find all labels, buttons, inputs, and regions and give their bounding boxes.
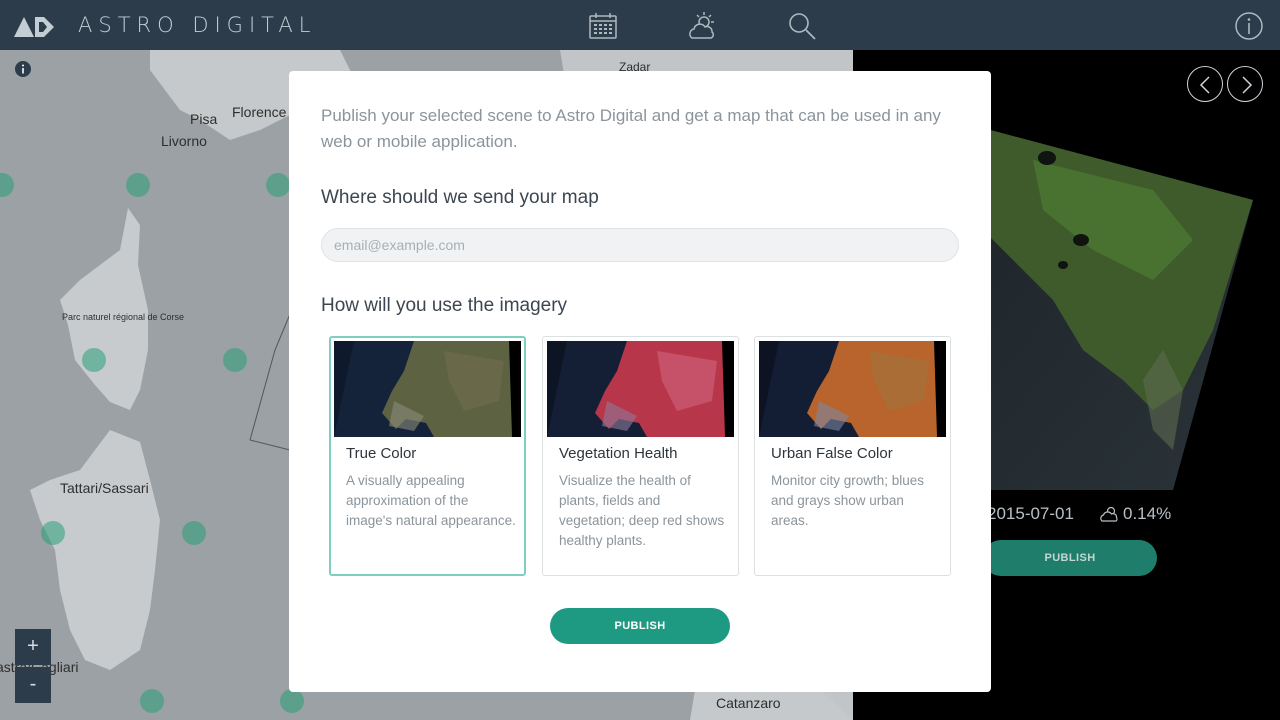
modal-intro-text: Publish your selected scene to Astro Dig… — [321, 106, 941, 151]
option-title: Urban False Color — [771, 445, 893, 462]
option-vegetation-health[interactable]: Vegetation Health Visualize the health o… — [542, 336, 739, 576]
weather-icon[interactable] — [686, 10, 718, 42]
publish-modal: Publish your selected scene to Astro Dig… — [289, 71, 991, 692]
vegetation-health-thumbnail — [547, 341, 734, 437]
search-icon[interactable] — [786, 10, 818, 42]
option-true-color[interactable]: True Color A visually appealing approxim… — [329, 336, 526, 576]
send-map-heading: Where should we send your map — [321, 187, 599, 208]
imagery-use-heading: How will you use the imagery — [321, 295, 568, 316]
option-description: Monitor city growth; blues and grays sho… — [771, 473, 925, 528]
urban-false-color-thumbnail — [759, 341, 946, 437]
astro-digital-logo-icon[interactable] — [14, 15, 56, 37]
email-field[interactable] — [321, 228, 959, 262]
publish-button[interactable]: PUBLISH — [550, 608, 730, 644]
option-title: True Color — [346, 445, 417, 462]
option-description: A visually appealing approximation of th… — [346, 473, 516, 528]
info-icon[interactable] — [1233, 10, 1265, 42]
top-bar: ASTRO DIGITAL — [0, 0, 1280, 50]
option-description: Visualize the health of plants, fields a… — [559, 473, 725, 548]
calendar-icon[interactable] — [587, 10, 619, 42]
option-urban-false-color[interactable]: Urban False Color Monitor city growth; b… — [754, 336, 951, 576]
brand-name[interactable]: ASTRO DIGITAL — [78, 12, 316, 38]
option-title: Vegetation Health — [559, 445, 678, 462]
true-color-thumbnail — [334, 341, 521, 437]
